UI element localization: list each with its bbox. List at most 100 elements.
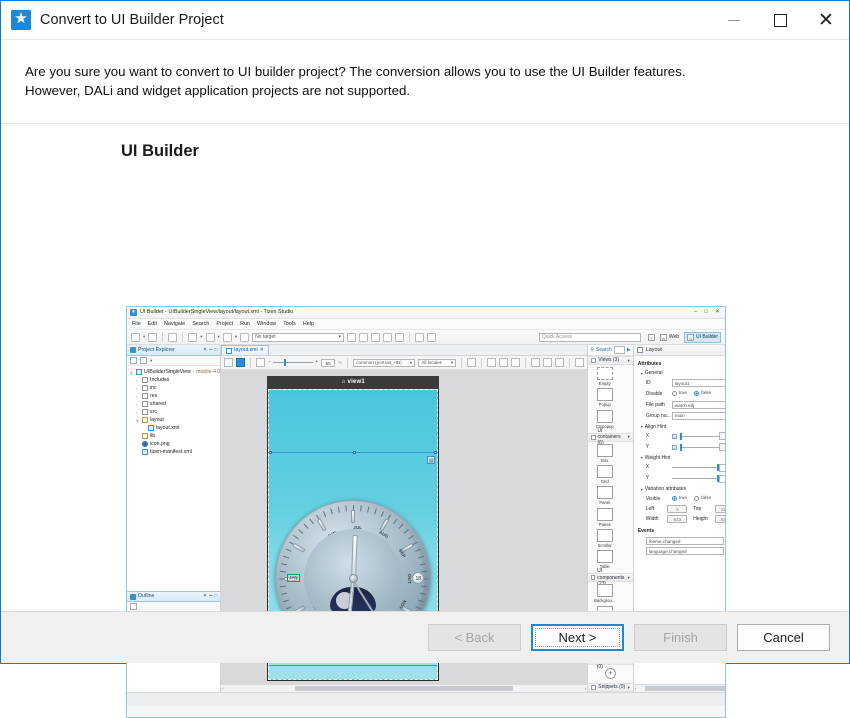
menu-item-window[interactable]: Window xyxy=(257,321,276,328)
chevron-down-icon[interactable]: ▾ xyxy=(627,434,629,440)
scroll-thumb[interactable] xyxy=(295,686,513,691)
scroll-left-icon[interactable]: ‹ xyxy=(222,686,224,692)
palette-item[interactable]: Backgrou... xyxy=(589,584,620,603)
search-input[interactable] xyxy=(614,346,625,354)
selection-band-bottom[interactable] xyxy=(269,665,437,666)
menu-item-project[interactable]: Project xyxy=(216,321,233,328)
tree-item[interactable]: tizen-manifest.xml xyxy=(130,448,220,456)
run-chevron-down-icon[interactable]: ▾ xyxy=(218,334,220,340)
run-icon[interactable] xyxy=(206,333,215,342)
tab-layout-xml[interactable]: layout.xml ✕ xyxy=(221,345,269,355)
zoom-icon[interactable] xyxy=(359,333,368,342)
disable-radio-true[interactable]: true xyxy=(672,391,687,397)
tab-project-explorer[interactable]: Project Explorer ✕ ━ □ xyxy=(127,345,220,356)
align-middle-icon[interactable] xyxy=(543,358,552,367)
build-icon[interactable] xyxy=(188,333,197,342)
view-menu-chevron-down-icon[interactable]: ▾ xyxy=(150,358,152,364)
target-select[interactable]: No target ▾ xyxy=(252,333,344,342)
chevron-down-icon[interactable]: ▾ xyxy=(627,685,629,691)
properties-hscrollbar[interactable]: ‹ › xyxy=(634,684,726,692)
chevron-down-icon[interactable]: ▾ xyxy=(627,358,629,364)
tab-close-icon[interactable]: ✕ xyxy=(260,347,264,354)
back-nav-icon[interactable] xyxy=(415,333,424,342)
palette-item[interactable]: Scroller xyxy=(589,529,620,548)
palette-item[interactable]: Grid xyxy=(589,465,620,484)
align-x-checkbox[interactable]: ✓ xyxy=(672,434,677,439)
tree-item[interactable]: lib xyxy=(130,432,220,440)
disable-radio-false[interactable]: false xyxy=(694,391,711,397)
print-icon[interactable] xyxy=(168,333,177,342)
zoom-slider-knob[interactable] xyxy=(284,359,286,366)
device-manager-icon[interactable] xyxy=(395,333,404,342)
event-theme-changed-value[interactable]: theme,changed xyxy=(646,537,724,545)
align-top-icon[interactable] xyxy=(531,358,540,367)
source-view-icon[interactable] xyxy=(224,358,233,367)
palette-section-header[interactable]: Views (3)▾ xyxy=(588,356,633,365)
minimize-panel-icon[interactable]: ━ xyxy=(209,347,212,353)
outline-filter-icon[interactable] xyxy=(130,603,137,610)
tree-item[interactable]: ›inc xyxy=(130,384,220,392)
grid-toggle-icon[interactable] xyxy=(467,358,476,367)
zoom-slider-track[interactable] xyxy=(273,362,313,363)
tree-item[interactable]: ›res xyxy=(130,392,220,400)
weight-x-value[interactable]: 1 xyxy=(719,464,726,472)
groupname-select[interactable]: main ▾ xyxy=(672,412,726,420)
scroll-left-icon[interactable]: ‹ xyxy=(635,686,637,692)
scroll-right-icon[interactable]: › xyxy=(585,686,587,692)
palette-section-header[interactable]: UI components (23)▾ xyxy=(588,573,633,582)
emulator-icon[interactable] xyxy=(371,333,380,342)
palette-item[interactable]: Panel xyxy=(589,486,620,505)
tree-expand-icon[interactable]: ∨ xyxy=(130,370,134,375)
tree-expand-icon[interactable]: › xyxy=(136,394,140,399)
menu-item-navigate[interactable]: Navigate xyxy=(164,321,185,328)
group-align-hint[interactable]: ▾ Align Hint xyxy=(641,424,726,430)
build-chevron-down-icon[interactable]: ▾ xyxy=(200,334,202,340)
tree-item[interactable]: ∨layout xyxy=(130,416,220,424)
group-weight-hint[interactable]: ▾ Weight Hint xyxy=(641,455,726,461)
filepath-input[interactable]: watch.edj xyxy=(672,401,726,409)
close-button[interactable]: ✕ xyxy=(803,1,849,40)
new-chevron-down-icon[interactable]: ▾ xyxy=(143,334,145,340)
zoom-value[interactable]: 55 xyxy=(321,359,335,367)
next-button[interactable]: Next > xyxy=(531,624,624,651)
palette-section-snippets[interactable]: Snippets (0) ▾ xyxy=(588,683,633,692)
tab-close-icon[interactable]: ✕ xyxy=(203,593,207,599)
tree-item[interactable]: layout.xml xyxy=(130,424,220,432)
perspective-ui-builder[interactable]: U UI Builder xyxy=(684,332,721,343)
forward-nav-icon[interactable] xyxy=(427,333,436,342)
outline-toggle-icon[interactable] xyxy=(347,333,356,342)
minimize-button[interactable] xyxy=(711,1,757,40)
align-x-value[interactable]: fill xyxy=(719,432,726,440)
menu-item-edit[interactable]: Edit xyxy=(148,321,157,328)
align-x-slider[interactable] xyxy=(680,436,719,437)
tree-item[interactable]: ›Includes xyxy=(130,376,220,384)
weight-y-slider[interactable] xyxy=(672,478,719,479)
project-explorer-tree[interactable]: ∨UIBuilderSingleView - mobile-4.0›Includ… xyxy=(127,366,220,591)
weight-x-slider[interactable] xyxy=(672,467,719,468)
palette-item[interactable]: Panes xyxy=(589,508,620,527)
maximize-panel-icon[interactable]: □ xyxy=(214,593,217,599)
align-bottom-icon[interactable] xyxy=(555,358,564,367)
lock-icon[interactable] xyxy=(575,358,584,367)
screenshot-minimize-icon[interactable]: – xyxy=(694,309,697,317)
fit-to-window-icon[interactable] xyxy=(256,358,265,367)
tree-item[interactable]: ›src xyxy=(130,408,220,416)
design-view-icon[interactable] xyxy=(236,358,245,367)
new-icon[interactable] xyxy=(131,333,140,342)
palette-item[interactable]: Table xyxy=(589,550,620,569)
menu-item-search[interactable]: Search xyxy=(192,321,209,328)
left-input[interactable]: 3 xyxy=(667,505,687,513)
visible-radio-false[interactable]: false xyxy=(694,496,711,502)
palette-item[interactable]: Empty xyxy=(589,367,620,386)
open-perspective-icon[interactable]: + xyxy=(648,334,655,341)
add-custom-component-button[interactable]: + xyxy=(605,668,616,679)
menu-item-run[interactable]: Run xyxy=(240,321,250,328)
canvas-hscrollbar[interactable]: ‹ › xyxy=(221,684,587,692)
certificate-icon[interactable] xyxy=(383,333,392,342)
screenshot-maximize-icon[interactable]: □ xyxy=(704,309,708,317)
profile-icon[interactable] xyxy=(240,333,249,342)
height-input[interactable]: 630 xyxy=(715,515,726,523)
align-center-icon[interactable] xyxy=(499,358,508,367)
maximize-panel-icon[interactable]: □ xyxy=(214,347,217,353)
menu-item-help[interactable]: Help xyxy=(303,321,314,328)
